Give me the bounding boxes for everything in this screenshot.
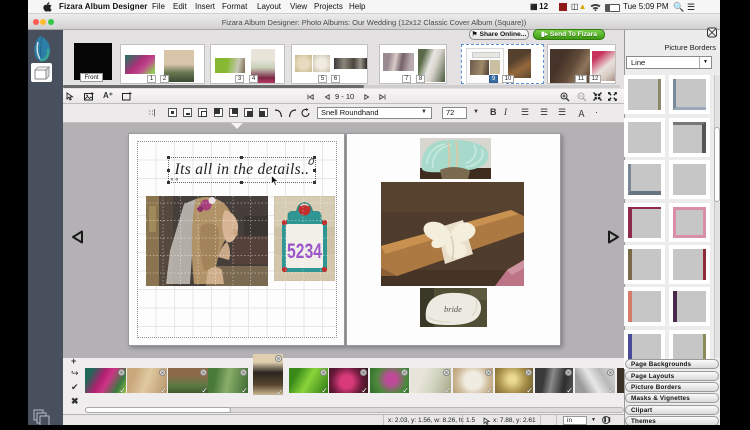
svg-text:bride: bride [444, 304, 462, 314]
svg-text:5234: 5234 [287, 240, 322, 263]
